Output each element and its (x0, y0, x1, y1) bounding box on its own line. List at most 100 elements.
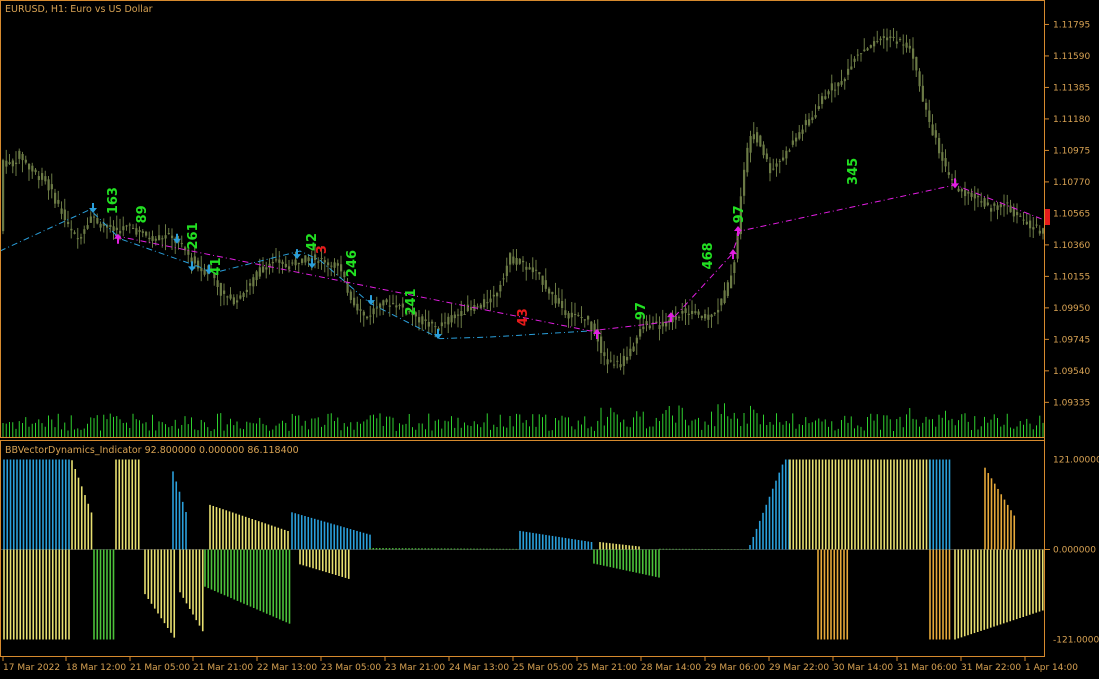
candle-body (128, 224, 131, 226)
candle-body (580, 317, 583, 319)
candle-body (938, 138, 941, 154)
candle-body (827, 91, 830, 95)
candle-body (336, 263, 339, 266)
candle-body (921, 85, 924, 102)
price-tick-label: 1.10155 (1053, 272, 1090, 282)
price-tick-label: 1.11180 (1053, 115, 1090, 125)
swing-value-label: 43 (516, 308, 531, 326)
candle-body (294, 259, 297, 266)
candle-body (460, 311, 463, 317)
candle-body (86, 225, 89, 229)
candle-body (135, 228, 138, 235)
candle-body (866, 48, 869, 51)
candle-body (665, 322, 668, 327)
candle-body (154, 238, 157, 241)
candle-body (327, 262, 330, 266)
candle-body (632, 346, 635, 352)
candle-body (775, 163, 778, 167)
candle-body (447, 316, 450, 325)
candle-body (999, 204, 1002, 208)
candle-body (375, 307, 378, 309)
candle-body (964, 189, 967, 197)
candle-body (856, 54, 859, 56)
candle-body (466, 304, 469, 311)
candle-body (528, 267, 531, 270)
candle-body (759, 135, 762, 147)
candle-body (788, 150, 791, 152)
candle-body (340, 264, 343, 272)
candle-body (115, 227, 118, 231)
candle-body (951, 179, 954, 181)
candle-body (73, 232, 76, 234)
candle-body (934, 130, 937, 138)
candle-body (180, 243, 183, 245)
candle-body (424, 319, 427, 321)
candle-body (31, 165, 34, 172)
swing-value-label: 163 (106, 187, 121, 214)
candle-body (977, 196, 980, 198)
candle-body (57, 199, 60, 204)
candle-body (769, 163, 772, 174)
candle-body (307, 257, 310, 262)
candle-body (366, 316, 369, 319)
candle-body (746, 147, 749, 173)
candle-body (317, 261, 320, 263)
candle-body (980, 201, 983, 203)
candle-body (356, 303, 359, 311)
candle-body (1042, 228, 1045, 234)
time-tick-label: 21 Mar 21:00 (193, 663, 253, 673)
candle-body (41, 173, 44, 180)
candle-body (54, 192, 57, 204)
candle-body (574, 314, 577, 316)
candle-body (229, 294, 232, 299)
candle-body (541, 275, 544, 285)
candle-body (1022, 219, 1025, 221)
candle-body (37, 176, 40, 181)
candle-body (733, 262, 736, 273)
chart-canvas[interactable]: 163892614142324624143 9746897345 1.117951… (0, 0, 1099, 679)
candle-body (990, 208, 993, 212)
candle-body (931, 124, 934, 136)
candle-body (752, 134, 755, 140)
candle-body (613, 364, 616, 366)
candle-body (694, 311, 697, 314)
candle-body (496, 293, 499, 297)
candle-body (892, 36, 895, 38)
candle-body (886, 37, 889, 41)
candle-body (193, 256, 196, 264)
candle-body (726, 282, 729, 296)
candle-body (814, 115, 817, 118)
candle-body (1016, 212, 1019, 216)
candle-body (876, 41, 879, 43)
candle-body (791, 140, 794, 145)
swing-value-label: 241 (404, 288, 419, 315)
candle-body (1025, 221, 1028, 225)
candle-body (730, 275, 733, 289)
swing-value-label: 261 (186, 222, 201, 249)
candle-body (554, 294, 557, 304)
candle-body (93, 216, 96, 218)
candle-body (756, 132, 759, 143)
candle-body (245, 289, 248, 293)
candle-body (252, 277, 255, 287)
candle-body (548, 288, 551, 294)
candle-body (616, 360, 619, 362)
candle-body (603, 352, 606, 357)
price-tick-label: 1.09540 (1053, 367, 1090, 377)
time-tick-label: 30 Mar 14:00 (833, 663, 893, 673)
candle-body (710, 314, 713, 318)
candle-body (691, 310, 694, 314)
candle-body (697, 311, 700, 315)
candle-body (119, 230, 122, 234)
candle-body (349, 291, 352, 300)
candle-body (882, 36, 885, 38)
candle-body (418, 317, 421, 323)
candle-body (427, 321, 430, 327)
price-tick-label: 1.10770 (1053, 178, 1090, 188)
candle-body (297, 262, 300, 265)
candle-body (223, 290, 226, 294)
candle-body (915, 56, 918, 71)
candle-body (609, 360, 612, 362)
candle-body (629, 348, 632, 357)
candle-body (492, 294, 495, 297)
